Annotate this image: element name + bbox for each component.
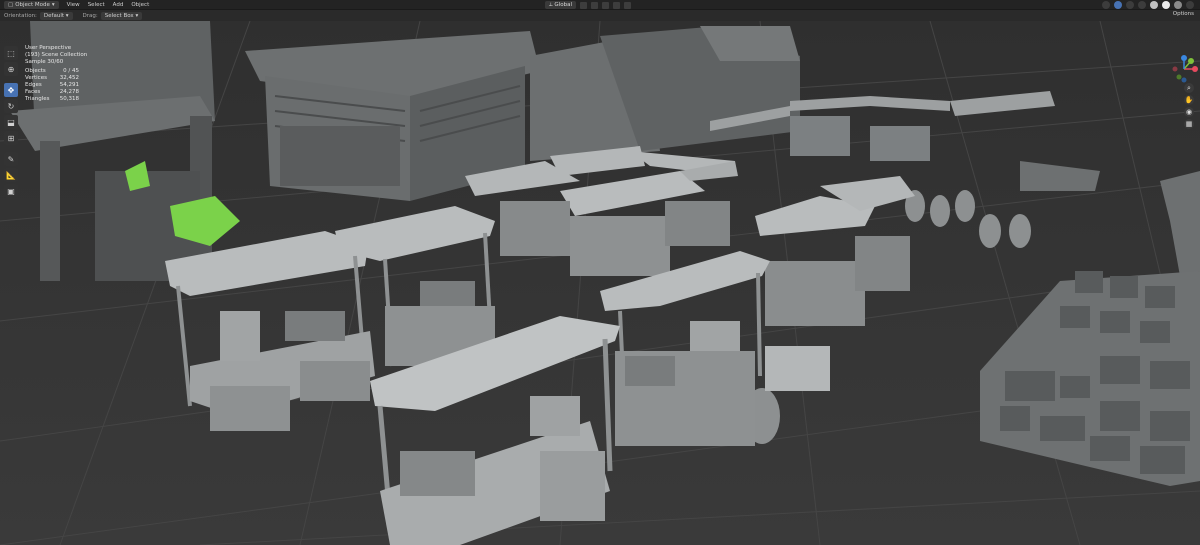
rotate-icon[interactable]: ↻	[4, 99, 18, 113]
measure-icon[interactable]: 📐	[4, 168, 18, 182]
stat-row: Edges 54,291	[25, 82, 87, 89]
select-box-icon[interactable]: ⬚	[4, 46, 18, 60]
stat-row: Vertices 32,452	[25, 75, 87, 82]
overlays-icon[interactable]	[1126, 1, 1134, 9]
scene-render	[0, 21, 1200, 545]
drag-dropdown[interactable]: Select Box ▾	[100, 11, 143, 20]
visibility-icon[interactable]	[1102, 1, 1110, 9]
viewport-header: ▢ Object Mode ▾ View Select Add Object ⟂…	[0, 0, 1200, 10]
menu-view[interactable]: View	[67, 2, 80, 8]
stat-key: Vertices	[25, 75, 47, 81]
annotate-icon[interactable]: ✎	[4, 152, 18, 166]
stat-row: Faces 24,278	[25, 89, 87, 96]
gizmo-toggle-icon[interactable]	[1114, 1, 1122, 9]
snap-options-icon[interactable]	[601, 1, 609, 9]
transform-icon[interactable]: ⊞	[4, 131, 18, 145]
shading-options-icon[interactable]	[1186, 1, 1194, 9]
snap-icon[interactable]	[590, 1, 598, 9]
stat-value: 54,291	[59, 82, 79, 88]
stat-row: Triangles 50,318	[25, 96, 87, 103]
drag-value: Select Box	[104, 12, 134, 19]
stat-value: 32,452	[59, 75, 79, 81]
rendered-shading-icon[interactable]	[1174, 1, 1182, 9]
stat-key: Faces	[25, 89, 41, 95]
stat-value: 24,278	[59, 89, 79, 95]
cursor-icon[interactable]: ⊕	[4, 62, 18, 76]
menu-select[interactable]: Select	[88, 2, 105, 8]
solid-shading-icon[interactable]	[1150, 1, 1158, 9]
move-icon[interactable]: ✥	[4, 83, 18, 97]
material-shading-icon[interactable]	[1162, 1, 1170, 9]
chevron-down-icon: ▾	[51, 1, 55, 8]
stat-key: Triangles	[25, 96, 50, 102]
chevron-down-icon: ▾	[65, 12, 69, 19]
sample-label: Sample 30/60	[25, 59, 64, 65]
zoom-icon[interactable]: ⌕	[1184, 83, 1194, 93]
object-mode-icon: ▢	[8, 1, 14, 8]
navigation-gizmo[interactable]	[1168, 55, 1200, 83]
mode-label: Object Mode	[15, 1, 50, 8]
add-cube-icon[interactable]: ▣	[4, 184, 18, 198]
viewport-overlay: User Perspective (193) Scene Collection …	[25, 45, 87, 103]
pivot-icon[interactable]	[579, 1, 587, 9]
drag-label: Drag:	[82, 12, 98, 19]
stat-key: Objects	[25, 68, 46, 74]
x-axis-handle	[1192, 66, 1198, 72]
orientation-label: Orientation:	[4, 12, 37, 19]
options-button[interactable]: Options	[1173, 11, 1194, 17]
y-axis-handle	[1188, 58, 1194, 64]
navigation-controls: ⌕ ✋ ◉ ▦	[1184, 83, 1194, 129]
camera-icon[interactable]: ◉	[1184, 107, 1194, 117]
proportional-edit-icon[interactable]	[612, 1, 620, 9]
3d-viewport[interactable]: User Perspective (193) Scene Collection …	[0, 21, 1200, 545]
stat-key: Edges	[25, 82, 42, 88]
z-axis-handle	[1181, 55, 1187, 61]
falloff-icon[interactable]	[623, 1, 631, 9]
orientation-icon: ⟂	[549, 1, 553, 8]
scene-statistics: Objects 0 / 45 Vertices 32,452 Edges 54,291…	[25, 68, 87, 103]
stat-row: Objects 0 / 45	[25, 68, 87, 75]
view-label: User Perspective	[25, 45, 72, 51]
xray-icon[interactable]	[1138, 1, 1146, 9]
orientation-dropdown[interactable]: Default ▾	[39, 11, 73, 20]
right-tools	[1102, 1, 1194, 9]
stat-value: 50,318	[59, 96, 79, 102]
mode-selector[interactable]: ▢ Object Mode ▾	[4, 0, 59, 9]
stat-value: 0 / 45	[63, 68, 79, 74]
scale-icon[interactable]: ⬓	[4, 115, 18, 129]
transform-orientation-label: Global	[554, 2, 572, 8]
menu-object[interactable]: Object	[131, 2, 149, 8]
perspective-grid-icon[interactable]: ▦	[1184, 119, 1194, 129]
chevron-down-icon: ▾	[135, 12, 139, 19]
center-tools: ⟂ Global	[545, 1, 631, 9]
transform-orientation-dropdown[interactable]: ⟂ Global	[545, 1, 576, 9]
collection-label: (193) Scene Collection	[25, 52, 88, 58]
menu-add[interactable]: Add	[113, 2, 124, 8]
tool-shelf: ⬚ ⊕ ✥ ↻ ⬓ ⊞ ✎ 📐 ▣	[4, 46, 18, 198]
tool-settings-bar: Orientation: Default ▾ Drag: Select Box …	[0, 10, 1200, 21]
pan-hand-icon[interactable]: ✋	[1184, 95, 1194, 105]
orientation-value: Default	[43, 12, 65, 19]
